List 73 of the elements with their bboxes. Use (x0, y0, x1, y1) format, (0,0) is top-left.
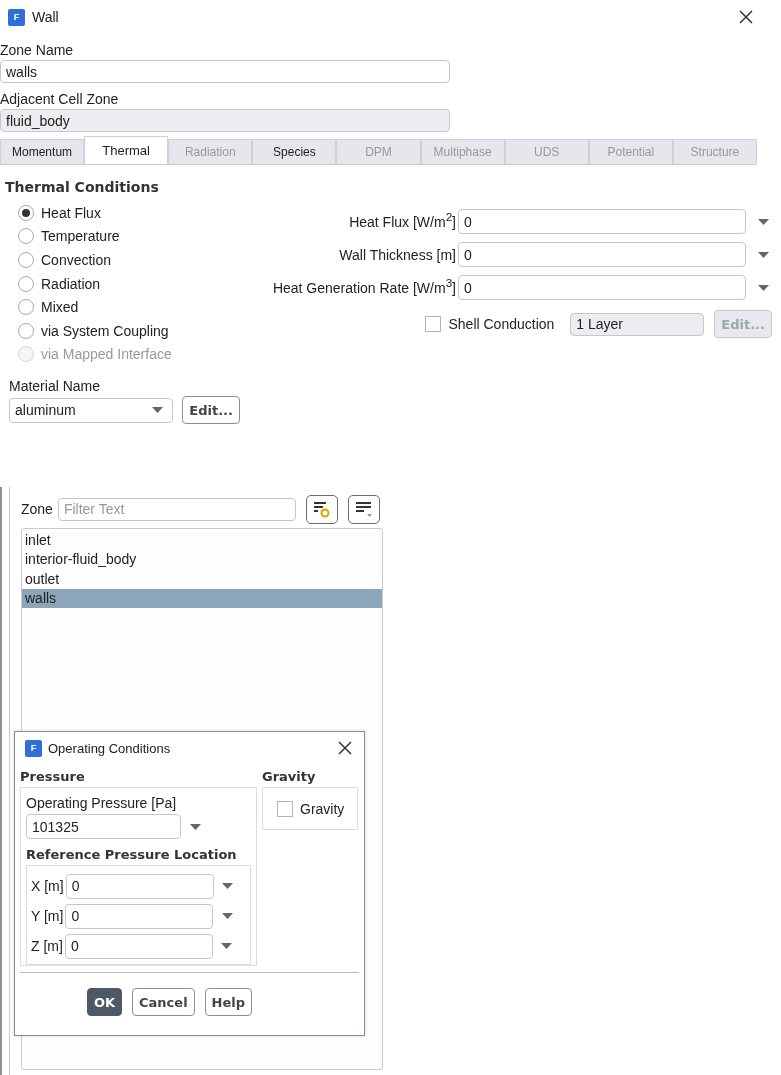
filter-list-icon (312, 500, 331, 518)
group-title: Gravity (262, 768, 317, 786)
checkbox-label: Gravity (300, 800, 345, 817)
field-label: Zone Name (0, 41, 75, 60)
radio-label: Heat Flux (41, 204, 101, 221)
dropdown-arrow-icon[interactable] (222, 883, 234, 889)
radio-label: via System Coupling (41, 322, 169, 339)
field-label: Y [m] (31, 908, 64, 924)
radio-button[interactable] (18, 204, 34, 221)
list-item[interactable]: walls (22, 588, 382, 609)
filter-button[interactable] (305, 494, 338, 524)
list-item[interactable]: interior-fluid_body (22, 550, 382, 570)
input-field[interactable]: 0 (65, 873, 214, 899)
field-label: Z [m] (31, 938, 63, 954)
input-field[interactable]: walls (0, 60, 450, 83)
tab[interactable]: Species (252, 139, 337, 164)
field-label: X [m] (31, 878, 64, 894)
radio-label: Convection (41, 252, 112, 268)
section-title: Thermal Conditions (5, 179, 160, 195)
input-field[interactable]: fluid_body (0, 109, 450, 132)
close-icon[interactable] (739, 10, 753, 24)
input-field[interactable]: 0 (458, 275, 746, 300)
radio-button[interactable] (18, 275, 34, 292)
app-logo: F (25, 739, 42, 757)
radio-button[interactable] (18, 322, 34, 339)
dropdown-arrow-icon[interactable] (758, 218, 769, 225)
parameter-label: Wall Thickness [m] (339, 246, 456, 263)
radio-label: via Mapped Interface (41, 346, 172, 363)
dropdown-arrow-icon[interactable] (221, 913, 233, 919)
group-title: Reference Pressure Location (26, 846, 238, 864)
field-label: Material Name (9, 377, 102, 397)
radio-button[interactable] (18, 228, 34, 245)
field-label: Adjacent Cell Zone (0, 90, 120, 109)
radio-button[interactable] (18, 252, 34, 268)
app-logo: F (8, 8, 25, 26)
dropdown-arrow-icon[interactable] (758, 251, 769, 258)
layers-field: 1 Layer (570, 312, 705, 336)
window-title: Operating Conditions (48, 740, 172, 756)
window-title: Wall (32, 9, 60, 25)
list-menu-icon (354, 501, 373, 517)
dropdown-arrow-icon[interactable] (189, 823, 201, 830)
input-field[interactable]: 0 (64, 933, 213, 959)
input-field[interactable]: 0 (458, 242, 746, 267)
tab[interactable]: Momentum (0, 139, 85, 164)
input-field[interactable]: 101325 (26, 814, 181, 839)
button[interactable]: Cancel (132, 988, 195, 1016)
close-icon[interactable] (338, 741, 352, 755)
dropdown-arrow-icon[interactable] (758, 284, 769, 291)
dropdown-arrow-icon[interactable] (152, 407, 164, 414)
parameter-label: Heat Flux [W/m$^{2}$] (349, 213, 456, 230)
input-field[interactable]: 0 (65, 903, 214, 929)
dropdown-arrow-icon[interactable] (221, 943, 233, 949)
radio-label: Temperature (41, 228, 120, 245)
tab[interactable]: Thermal (84, 136, 169, 164)
list-item[interactable]: inlet (22, 531, 382, 551)
button[interactable]: Help (204, 988, 253, 1016)
radio-button[interactable] (18, 299, 34, 316)
sort-button[interactable] (347, 494, 380, 524)
filter-field[interactable]: Filter Text (57, 497, 296, 521)
field-label: Operating Pressure [Pa] (26, 794, 178, 813)
button[interactable]: OK (86, 988, 123, 1016)
checkbox[interactable] (277, 800, 293, 817)
list-item[interactable]: outlet (22, 569, 382, 589)
field-label: Zone (21, 501, 53, 517)
radio-label: Mixed (41, 299, 79, 316)
button[interactable]: Edit... (182, 396, 240, 425)
parameter-label: Heat Generation Rate [W/m$^{3}$] (272, 279, 456, 296)
group-title: Pressure (20, 768, 86, 786)
radio-label: Radiation (41, 275, 101, 292)
checkbox[interactable] (425, 316, 442, 332)
input-field[interactable]: 0 (458, 209, 746, 234)
checkbox-label: Shell Conduction (448, 316, 555, 332)
material-dropdown[interactable]: aluminum (9, 397, 174, 423)
